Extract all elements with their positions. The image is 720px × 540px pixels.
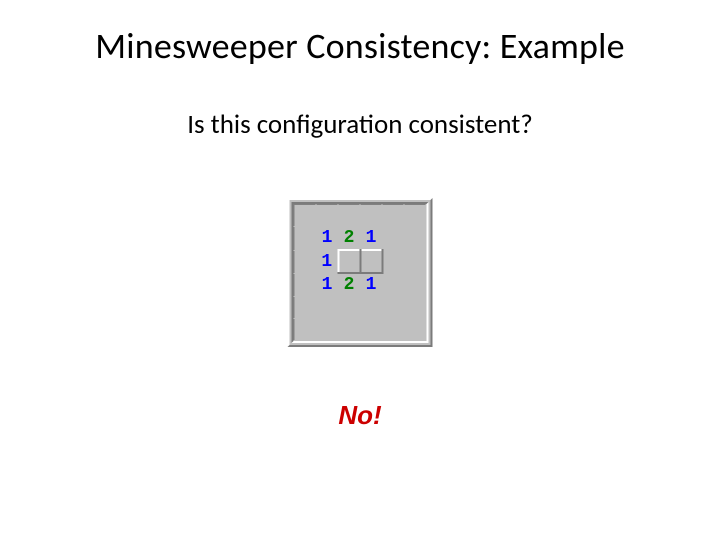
cell-empty — [404, 250, 426, 273]
cell-empty — [382, 250, 404, 273]
cell-number: 1 — [360, 227, 382, 251]
cell-empty — [382, 297, 404, 319]
cell-covered — [338, 250, 360, 273]
cell-empty — [404, 319, 426, 341]
cell-empty — [360, 205, 382, 227]
cell-empty — [360, 297, 382, 319]
cell-empty — [316, 205, 338, 227]
cell-empty — [294, 297, 316, 319]
cell-empty — [316, 297, 338, 319]
cell-empty — [294, 205, 316, 227]
slide: Minesweeper Consistency: Example Is this… — [0, 0, 720, 540]
cell-empty — [404, 227, 426, 251]
cell-empty — [294, 273, 316, 297]
cell-number: 1 — [316, 250, 338, 273]
slide-title: Minesweeper Consistency: Example — [0, 24, 720, 68]
cell-empty — [338, 297, 360, 319]
cell-number: 2 — [338, 227, 360, 251]
cell-empty — [338, 319, 360, 341]
cell-empty — [404, 205, 426, 227]
minesweeper-board-inner: 1211121 — [292, 202, 429, 343]
minesweeper-board-frame: 1211121 — [288, 198, 433, 347]
cell-empty — [382, 227, 404, 251]
cell-empty — [382, 205, 404, 227]
cell-empty — [294, 227, 316, 251]
minesweeper-grid: 1211121 — [294, 204, 427, 341]
cell-number: 1 — [360, 273, 382, 297]
slide-question: Is this configuration consistent? — [0, 108, 720, 141]
cell-empty — [294, 250, 316, 273]
cell-empty — [338, 205, 360, 227]
cell-empty — [382, 273, 404, 297]
cell-empty — [294, 319, 316, 341]
cell-covered — [360, 250, 382, 273]
cell-empty — [360, 319, 382, 341]
cell-empty — [404, 273, 426, 297]
slide-answer: No! — [0, 400, 720, 431]
cell-empty — [316, 319, 338, 341]
cell-empty — [382, 319, 404, 341]
cell-number: 1 — [316, 227, 338, 251]
cell-number: 2 — [338, 273, 360, 297]
cell-empty — [404, 297, 426, 319]
cell-number: 1 — [316, 273, 338, 297]
